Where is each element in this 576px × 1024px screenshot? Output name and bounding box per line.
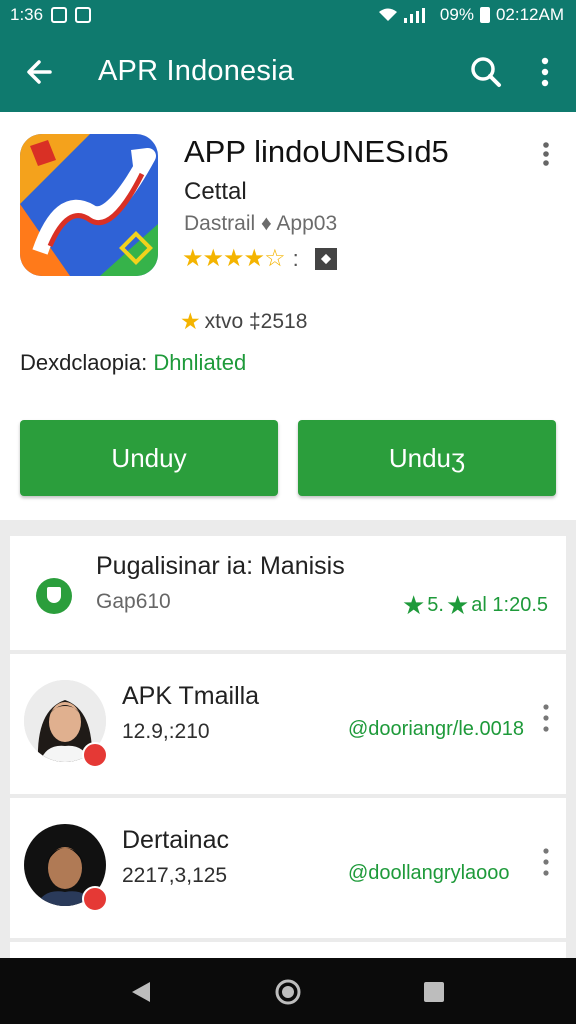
more-vert-icon[interactable] bbox=[530, 52, 560, 92]
search-icon[interactable] bbox=[466, 52, 506, 92]
score-value: 5. bbox=[427, 594, 444, 616]
signal-icon bbox=[403, 8, 425, 23]
feature-title: Pugalisinar ia: Manisis bbox=[96, 552, 345, 580]
more-vert-icon[interactable] bbox=[538, 846, 554, 878]
feature-score: ★ 5. ★ al 1:20.5 bbox=[402, 590, 548, 621]
back-arrow-icon[interactable] bbox=[20, 52, 60, 92]
item-title: APK Tmailla bbox=[122, 682, 260, 710]
app-name: APP lindoUNESıd5 bbox=[184, 134, 449, 169]
rating-row: ★★★★☆ : bbox=[182, 244, 337, 273]
rating-colon: : bbox=[292, 245, 299, 271]
nav-recent-icon[interactable] bbox=[424, 982, 444, 1002]
status-clock: 02:12AM bbox=[495, 5, 564, 24]
list-item[interactable]: APK Tmailla 12.9,:210 @dooriangr/le.0018 bbox=[10, 654, 566, 794]
app-category: Dastrail ♦ App03 bbox=[184, 212, 338, 235]
system-nav-bar bbox=[0, 958, 576, 1024]
more-vert-icon[interactable] bbox=[536, 140, 556, 168]
item-link[interactable]: @doollangrylaooo bbox=[348, 862, 510, 885]
nav-back-icon[interactable] bbox=[130, 980, 152, 1004]
download-button-1[interactable]: Unduy bbox=[20, 420, 278, 496]
rating-stars: ★★★★☆ bbox=[182, 245, 286, 272]
developer-name[interactable]: Cettal bbox=[184, 178, 247, 206]
battery-percent: 09% bbox=[439, 5, 474, 24]
list-item[interactable]: Dertainac 2217,3,125 @doollangrylaooo bbox=[10, 798, 566, 938]
description-status: Dhnliated bbox=[153, 350, 247, 375]
description-row: Dexdclaopia: Dhnliated bbox=[20, 350, 246, 376]
review-text: xtvo ‡2518 bbox=[204, 309, 308, 333]
battery-icon bbox=[479, 7, 490, 23]
star-icon: ★ bbox=[401, 590, 426, 620]
nav-home-icon[interactable] bbox=[274, 978, 302, 1006]
download-button-2[interactable]: Unduʒ bbox=[298, 420, 556, 496]
more-vert-icon[interactable] bbox=[538, 702, 554, 734]
item-subtitle: 12.9,:210 bbox=[122, 720, 210, 743]
star-icon: ★ bbox=[445, 590, 470, 620]
status-bar: 1:36 09% 02:12AM bbox=[0, 0, 576, 30]
status-badge bbox=[82, 742, 108, 768]
app-details-panel: APP lindoUNESıd5 Cettal Dastrail ♦ App03… bbox=[0, 112, 576, 520]
security-icon bbox=[36, 578, 72, 614]
review-summary: ★ xtvo ‡2518 bbox=[180, 308, 307, 335]
status-time: 1:36 bbox=[10, 5, 44, 24]
item-subtitle: 2217,3,125 bbox=[122, 864, 228, 887]
feature-card[interactable]: Pugalisinar ia: Manisis Gap610 ★ 5. ★ al… bbox=[10, 536, 566, 650]
item-title: Dertainac bbox=[122, 826, 229, 854]
score-text: al 1:20.5 bbox=[471, 594, 548, 616]
app-bar-title: APR Indonesia bbox=[98, 55, 295, 87]
app-icon bbox=[20, 134, 158, 276]
star-icon: ★ bbox=[180, 308, 201, 334]
description-label: Dexdclaopia: bbox=[20, 350, 148, 375]
status-badge bbox=[82, 886, 108, 912]
content-rating-icon bbox=[314, 247, 337, 270]
feature-subtitle: Gap610 bbox=[96, 590, 171, 613]
app-bar: APR Indonesia bbox=[0, 30, 576, 112]
item-link[interactable]: @dooriangr/le.0018 bbox=[348, 718, 524, 741]
wifi-icon bbox=[378, 8, 397, 21]
image-notification-icon bbox=[75, 7, 92, 23]
notification-icon bbox=[51, 7, 68, 23]
